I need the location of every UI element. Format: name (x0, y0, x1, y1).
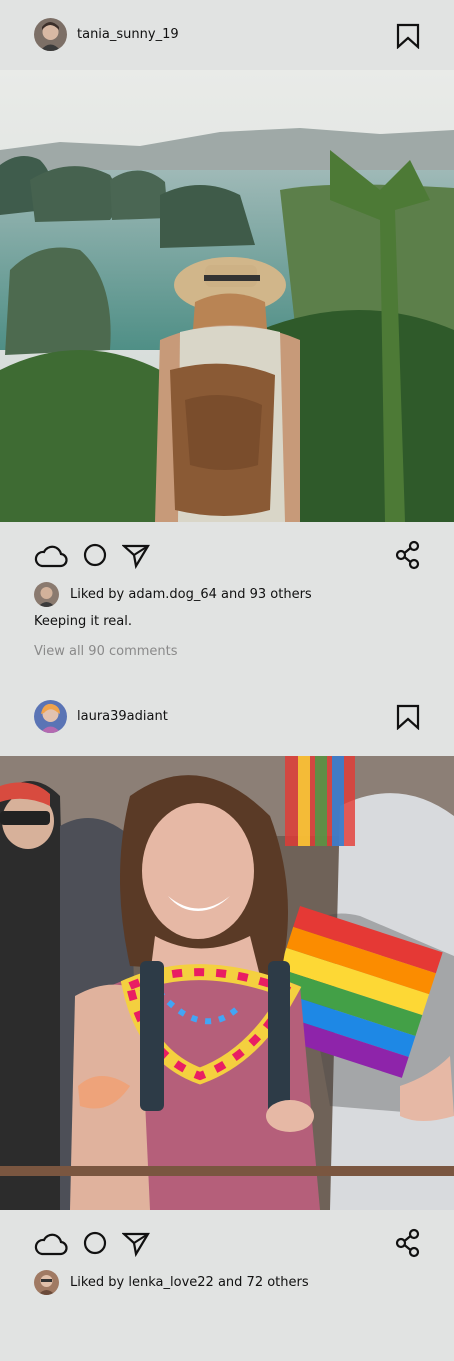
send-icon[interactable] (122, 540, 156, 570)
post-caption: Keeping it real. (34, 614, 132, 629)
send-icon[interactable] (122, 1228, 156, 1258)
liked-by-text: Liked by adam.dog_64 and 93 others (70, 587, 312, 602)
comment-circle-icon[interactable] (82, 1228, 116, 1258)
comments-row: View all 90 comments (0, 644, 454, 700)
username[interactable]: tania_sunny_19 (77, 27, 179, 42)
view-comments-link[interactable]: View all 90 comments (34, 644, 178, 659)
cloud-icon[interactable] (34, 1228, 68, 1258)
liked-prefix: Liked by (70, 1275, 125, 1290)
liker-avatar[interactable] (34, 582, 59, 607)
share-icon[interactable] (394, 1228, 428, 1258)
post-header: laura39adiant (0, 700, 454, 756)
avatar[interactable] (34, 700, 67, 733)
liked-suffix[interactable]: and 93 others (221, 587, 312, 602)
post-photo-travel[interactable] (0, 70, 454, 522)
liked-user[interactable]: adam.dog_64 (128, 587, 216, 602)
post-1: tania_sunny_19 Liked by adam.dog_64 and … (0, 0, 454, 700)
likes-row: Liked by lenka_love22 and 72 others (0, 1270, 454, 1302)
post-actions (0, 522, 454, 582)
liker-avatar[interactable] (34, 1270, 59, 1295)
cloud-icon[interactable] (34, 540, 68, 570)
bookmark-icon[interactable] (396, 23, 420, 49)
avatar[interactable] (34, 18, 67, 51)
comment-circle-icon[interactable] (82, 540, 116, 570)
liked-user[interactable]: lenka_love22 (128, 1275, 213, 1290)
liked-suffix[interactable]: and 72 others (218, 1275, 309, 1290)
post-header: tania_sunny_19 (0, 0, 454, 70)
likes-row: Liked by adam.dog_64 and 93 others (0, 582, 454, 614)
username[interactable]: laura39adiant (77, 709, 168, 724)
caption-row: Keeping it real. (0, 614, 454, 644)
share-icon[interactable] (394, 540, 428, 570)
bookmark-icon[interactable] (396, 704, 420, 730)
liked-by-text: Liked by lenka_love22 and 72 others (70, 1275, 309, 1290)
post-actions (0, 1210, 454, 1270)
liked-prefix: Liked by (70, 587, 125, 602)
post-photo-pride[interactable] (0, 756, 454, 1210)
post-2: laura39adiant Liked by lenka_love22 and … (0, 700, 454, 1302)
